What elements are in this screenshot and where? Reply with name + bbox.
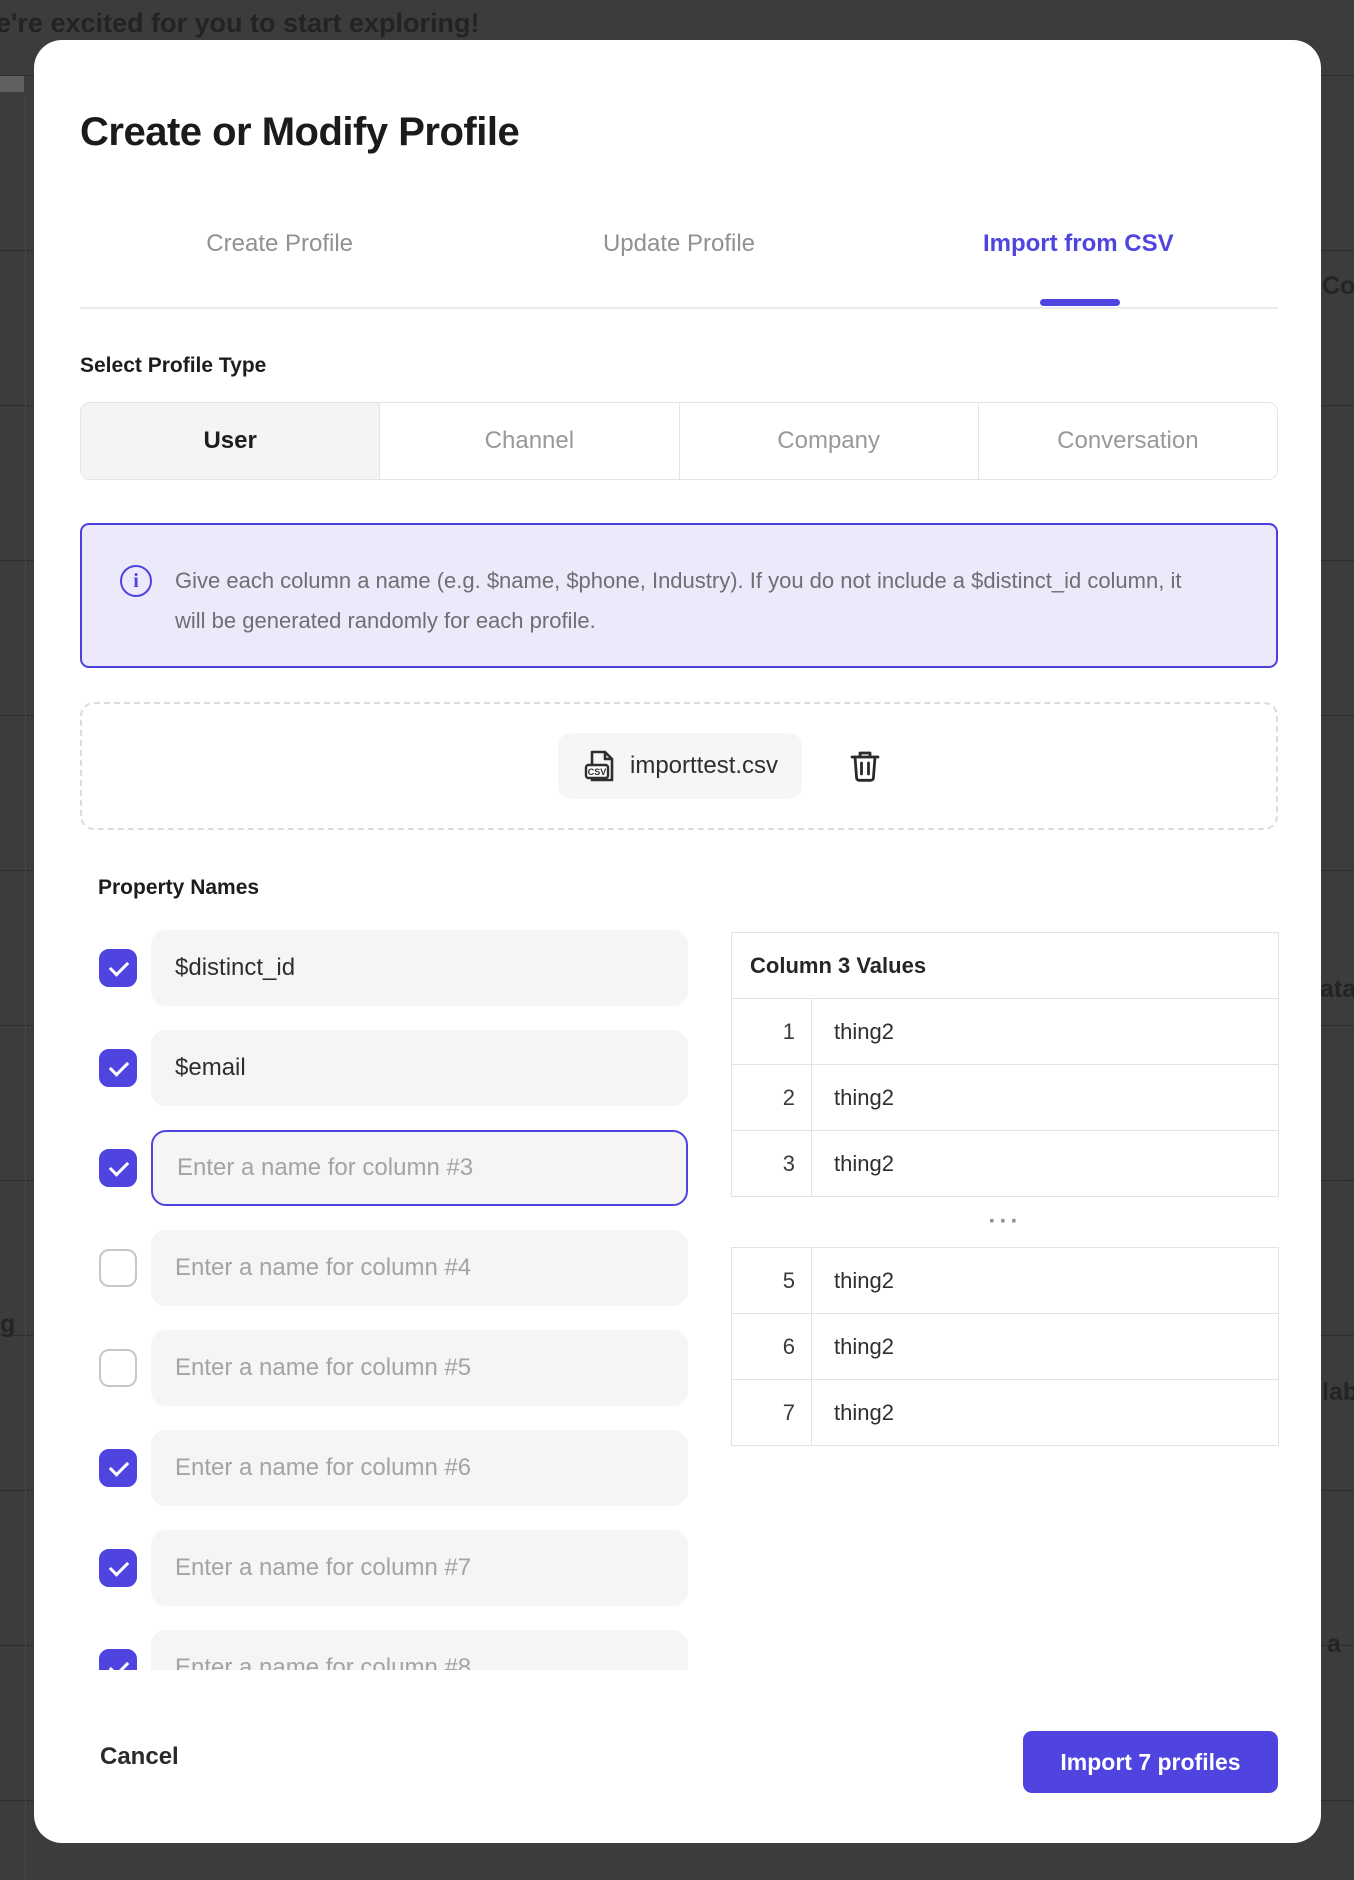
property-row: [80, 1330, 710, 1406]
row-index: 2: [732, 1065, 812, 1131]
row-index: 5: [732, 1248, 812, 1314]
property-row: [80, 1430, 710, 1506]
create-or-modify-profile-dialog: Create or Modify Profile Create Profile …: [34, 40, 1321, 1843]
cancel-button[interactable]: Cancel: [100, 1743, 179, 1771]
column-3-checkbox[interactable]: [99, 1149, 137, 1187]
row-value: thing2: [812, 1248, 1279, 1314]
csv-dropzone[interactable]: CSV importtest.csv: [80, 702, 1278, 830]
column-6-checkbox[interactable]: [99, 1449, 137, 1487]
property-names-label: Property Names: [98, 876, 259, 900]
row-index: 7: [732, 1380, 812, 1446]
csv-file-icon: CSV: [582, 748, 618, 784]
table-row: 5thing2: [732, 1248, 1279, 1314]
tab-bar: Create Profile Update Profile Import fro…: [80, 230, 1278, 258]
uploaded-file-name: importtest.csv: [630, 752, 778, 780]
table-row: 1thing2: [732, 999, 1279, 1065]
profile-type-company[interactable]: Company: [680, 403, 979, 479]
profile-type-user[interactable]: User: [81, 403, 380, 479]
property-row: [80, 1630, 710, 1670]
table-row: 6thing2: [732, 1314, 1279, 1380]
profile-type-segmented-control: User Channel Company Conversation: [80, 402, 1278, 480]
property-row: [80, 1030, 710, 1106]
column-1-name-input[interactable]: [151, 930, 688, 1006]
background-ui-fragment: [0, 76, 24, 92]
row-value: thing2: [812, 1314, 1279, 1380]
background-table-border: [25, 95, 26, 1880]
tab-divider: [80, 307, 1278, 309]
row-value: thing2: [812, 1380, 1279, 1446]
values-table-bottom: 5thing2 6thing2 7thing2: [731, 1247, 1279, 1446]
table-row: 3thing2: [732, 1131, 1279, 1197]
column-6-name-input[interactable]: [151, 1430, 688, 1506]
table-row: 2thing2: [732, 1065, 1279, 1131]
info-banner-text: Give each column a name (e.g. $name, $ph…: [175, 561, 1215, 641]
background-text-fragment: g: [0, 1310, 15, 1339]
row-index: 3: [732, 1131, 812, 1197]
column-7-checkbox[interactable]: [99, 1549, 137, 1587]
import-profiles-button[interactable]: Import 7 profiles: [1023, 1731, 1278, 1793]
info-banner: i Give each column a name (e.g. $name, $…: [80, 523, 1278, 668]
table-row: 7thing2: [732, 1380, 1279, 1446]
background-text-fragment: Col: [1322, 272, 1354, 301]
values-table-header: Column 3 Values: [732, 933, 1279, 999]
active-tab-indicator: [1040, 299, 1120, 306]
row-value: thing2: [812, 1131, 1279, 1197]
property-row: [80, 930, 710, 1006]
column-5-name-input[interactable]: [151, 1330, 688, 1406]
column-3-name-input[interactable]: [151, 1130, 688, 1206]
column-2-name-input[interactable]: [151, 1030, 688, 1106]
property-rows-list: [80, 930, 710, 1670]
trash-icon: [847, 748, 883, 784]
row-value: thing2: [812, 1065, 1279, 1131]
column-values-preview: Column 3 Values 1thing2 2thing2 3thing2 …: [731, 932, 1279, 1446]
profile-type-conversation[interactable]: Conversation: [979, 403, 1277, 479]
tab-import-from-csv[interactable]: Import from CSV: [879, 230, 1278, 258]
column-5-checkbox[interactable]: [99, 1349, 137, 1387]
svg-text:CSV: CSV: [588, 767, 607, 777]
column-8-name-input[interactable]: [151, 1630, 688, 1670]
rows-ellipsis: ···: [731, 1197, 1279, 1247]
property-row: [80, 1530, 710, 1606]
column-7-name-input[interactable]: [151, 1530, 688, 1606]
background-text-fragment: a: [1327, 1630, 1341, 1659]
column-8-checkbox[interactable]: [99, 1649, 137, 1670]
column-1-checkbox[interactable]: [99, 949, 137, 987]
tab-create-profile[interactable]: Create Profile: [80, 230, 479, 258]
tab-update-profile[interactable]: Update Profile: [479, 230, 878, 258]
page-title: Create or Modify Profile: [80, 110, 519, 155]
background-text-fragment: lab: [1322, 1378, 1354, 1407]
property-row: [80, 1130, 710, 1206]
background-text-fragment: ata: [1320, 975, 1354, 1004]
row-index: 6: [732, 1314, 812, 1380]
column-4-name-input[interactable]: [151, 1230, 688, 1306]
info-icon: i: [120, 565, 152, 597]
column-2-checkbox[interactable]: [99, 1049, 137, 1087]
uploaded-file-chip: CSV importtest.csv: [558, 733, 802, 799]
remove-file-button[interactable]: [847, 748, 883, 784]
values-table-top: Column 3 Values 1thing2 2thing2 3thing2: [731, 932, 1279, 1197]
row-index: 1: [732, 999, 812, 1065]
column-4-checkbox[interactable]: [99, 1249, 137, 1287]
background-text: e're excited for you to start exploring!: [0, 8, 480, 39]
profile-type-label: Select Profile Type: [80, 354, 266, 378]
profile-type-channel[interactable]: Channel: [380, 403, 679, 479]
row-value: thing2: [812, 999, 1279, 1065]
property-row: [80, 1230, 710, 1306]
